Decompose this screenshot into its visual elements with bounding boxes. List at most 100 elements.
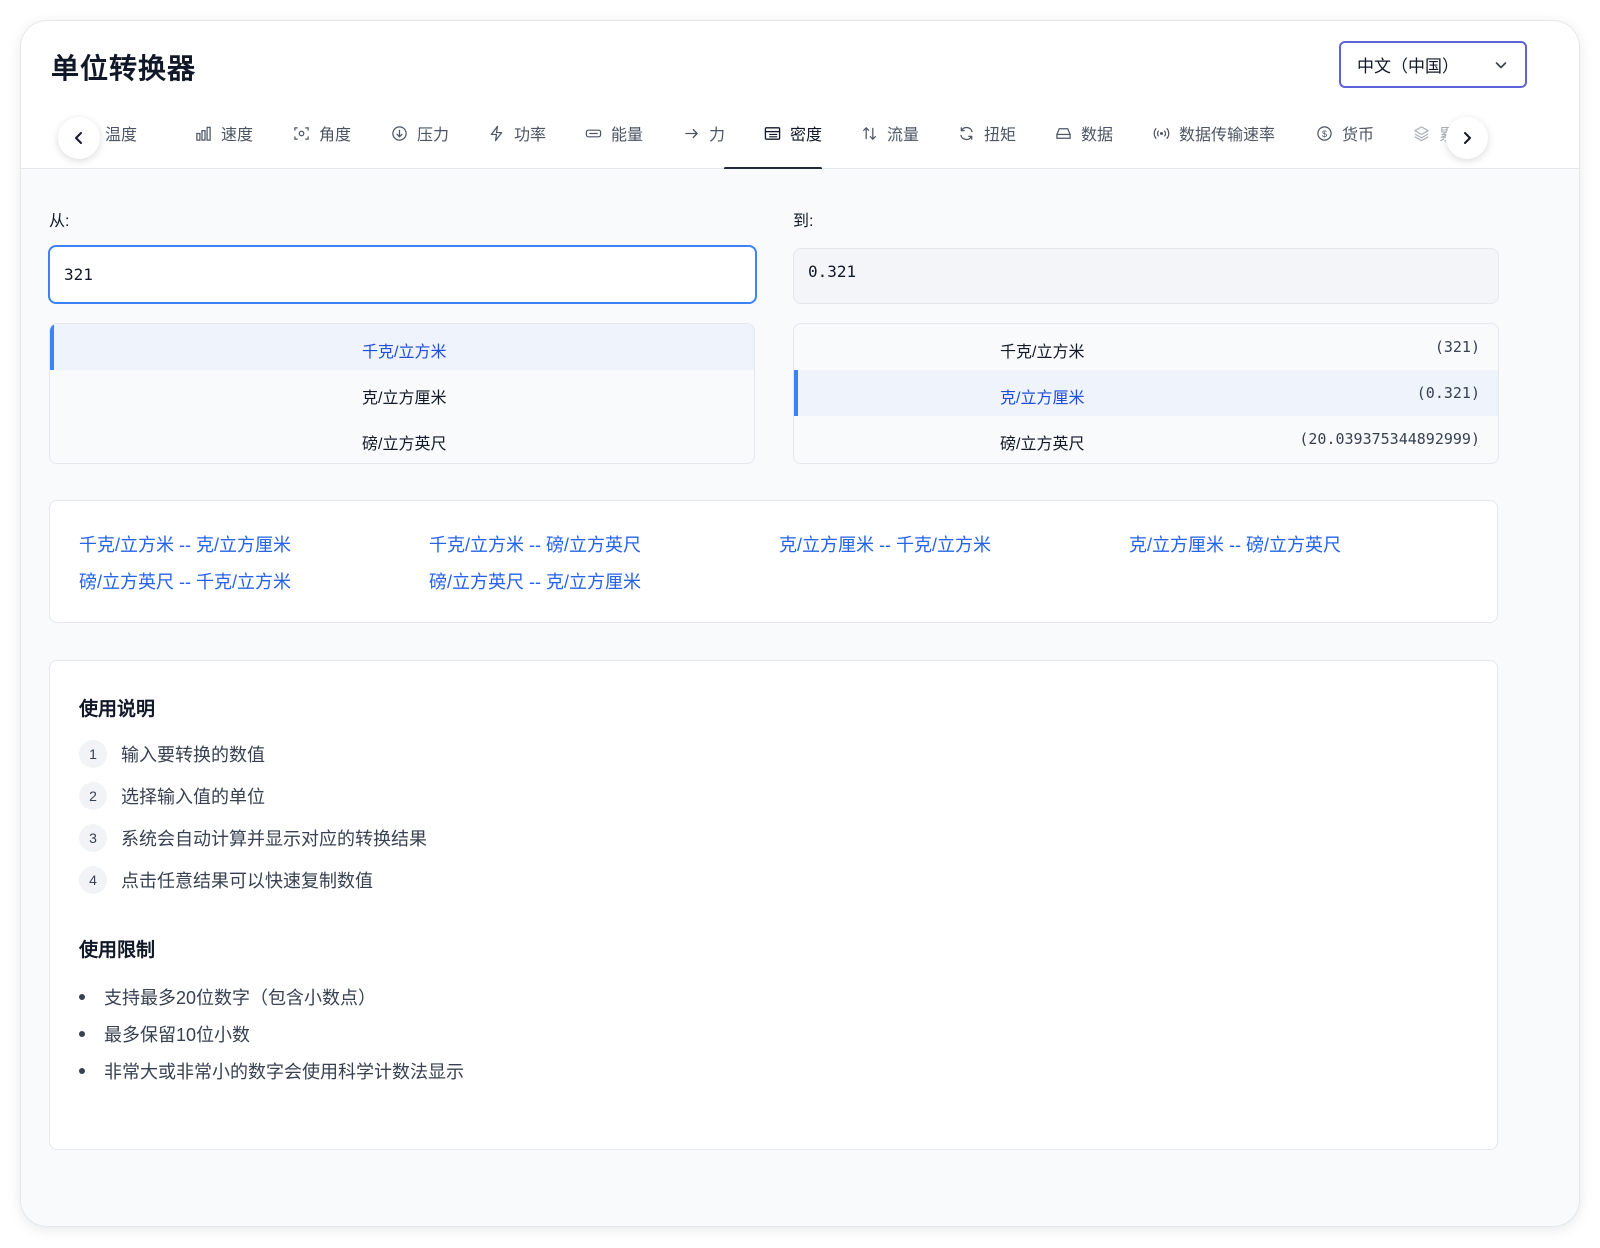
dollar-circle-icon: $: [1317, 125, 1332, 141]
unit-name: 克/立方厘米: [1000, 390, 1085, 407]
chevron-right-icon: [1464, 132, 1471, 144]
instruction-step: 2 选择输入值的单位: [79, 782, 265, 810]
unit-name: 磅/立方英尺: [1000, 436, 1085, 453]
bar-chart-icon: [196, 126, 211, 141]
conversion-link[interactable]: 磅/立方英尺 -- 克/立方厘米: [429, 568, 641, 594]
from-unit-option[interactable]: 磅/立方英尺: [50, 416, 754, 462]
step-number: 3: [79, 824, 107, 852]
tab-power[interactable]: 功率: [488, 115, 546, 151]
tab-temperature[interactable]: 温度: [105, 115, 137, 151]
step-number: 2: [79, 782, 107, 810]
tab-label: 速度: [221, 127, 254, 144]
step-number: 4: [79, 866, 107, 894]
bullet-dot: [79, 1068, 85, 1074]
battery-icon: [585, 129, 602, 137]
category-tabs: 温度 速度 角度 压力 功率 能量 力 密度 流量 扭矩 数据 数据传输速率 $…: [21, 103, 1579, 169]
bullet-dot: [79, 1031, 85, 1037]
tab-currency[interactable]: $ 货币: [1316, 115, 1374, 151]
unit-name: 千克/立方米: [362, 344, 447, 361]
to-unit-option[interactable]: 克/立方厘米 (0.321): [794, 370, 1498, 416]
to-unit-option[interactable]: 千克/立方米 (321): [794, 324, 1498, 370]
limits-heading: 使用限制: [79, 940, 156, 961]
to-unit-list: 千克/立方米 (321) 克/立方厘米 (0.321) 磅/立方英尺 (20.0…: [793, 323, 1499, 464]
svg-text:$: $: [1322, 128, 1327, 138]
drive-icon: [1056, 127, 1071, 139]
conversion-link[interactable]: 磅/立方英尺 -- 千克/立方米: [79, 568, 291, 594]
tab-label: 功率: [514, 127, 547, 144]
tab-label: 密度: [790, 127, 823, 144]
tabs-scroll-right-button[interactable]: [1446, 117, 1488, 159]
bullet-dot: [79, 994, 85, 1000]
step-number: 1: [79, 740, 107, 768]
step-text: 选择输入值的单位: [121, 787, 265, 807]
tab-label: 数据: [1081, 127, 1114, 144]
tab-label: 流量: [887, 127, 920, 144]
tab-label: 扭矩: [984, 127, 1017, 144]
swap-vertical-icon: [862, 126, 877, 140]
unit-result-value: (20.039375344892999): [1299, 430, 1480, 448]
limit-item: 非常大或非常小的数字会使用科学计数法显示: [79, 1058, 464, 1084]
tab-label: 角度: [319, 127, 352, 144]
tab-strip: 温度 速度 角度 压力 功率 能量 力 密度 流量 扭矩 数据 数据传输速率 $…: [91, 103, 1519, 169]
unit-result-value: (0.321): [1416, 384, 1480, 402]
to-label: 到:: [793, 213, 814, 230]
arrow-down-circle-icon: [392, 125, 407, 141]
tab-angle[interactable]: 角度: [293, 115, 351, 151]
tab-label: 数据传输速率: [1179, 127, 1276, 144]
tab-label: 力: [709, 127, 726, 144]
focus-icon: [294, 126, 309, 140]
to-value-output: 0.321: [793, 248, 1499, 304]
from-unit-option[interactable]: 克/立方厘米: [50, 370, 754, 416]
layers-icon: [1414, 125, 1429, 141]
unit-name: 克/立方厘米: [362, 390, 447, 407]
broadcast-icon: [1153, 127, 1170, 139]
unit-name: 千克/立方米: [1000, 344, 1085, 361]
header: 单位转换器 中文（中国） 温度 速度 角度 压力 功率 能量 力 密度 流量 扭…: [21, 21, 1579, 169]
tab-torque[interactable]: 扭矩: [958, 115, 1016, 151]
tab-label: 压力: [417, 127, 450, 144]
from-label: 从:: [49, 213, 70, 230]
tab-label: 货币: [1342, 127, 1375, 144]
tab-label: 温度: [105, 127, 138, 144]
bolt-icon: [490, 125, 503, 141]
step-text: 点击任意结果可以快速复制数值: [121, 871, 373, 891]
unit-result-value: (321): [1434, 338, 1480, 356]
tab-density[interactable]: 密度: [764, 115, 822, 151]
tab-pressure[interactable]: 压力: [391, 115, 449, 151]
language-select-value: 中文（中国）: [1357, 57, 1459, 76]
quick-conversion-links: 千克/立方米 -- 克/立方厘米 千克/立方米 -- 磅/立方英尺 克/立方厘米…: [49, 500, 1498, 623]
from-value-input[interactable]: [48, 245, 757, 304]
table-icon: [764, 126, 781, 140]
arrow-right-icon: [685, 128, 699, 138]
instruction-step: 4 点击任意结果可以快速复制数值: [79, 866, 373, 894]
tab-flow[interactable]: 流量: [861, 115, 919, 151]
tab-data-rate[interactable]: 数据传输速率: [1153, 115, 1275, 151]
conversion-link[interactable]: 千克/立方米 -- 磅/立方英尺: [429, 531, 641, 557]
language-select[interactable]: 中文（中国）: [1339, 41, 1527, 88]
limit-text: 最多保留10位小数: [104, 1025, 251, 1045]
conversion-link[interactable]: 千克/立方米 -- 克/立方厘米: [79, 531, 291, 557]
active-tab-indicator: [724, 167, 822, 169]
unit-name: 磅/立方英尺: [362, 436, 447, 453]
tab-force[interactable]: 力: [683, 115, 725, 151]
tab-label: 能量: [611, 127, 644, 144]
step-text: 系统会自动计算并显示对应的转换结果: [121, 829, 427, 849]
from-unit-list: 千克/立方米 克/立方厘米 磅/立方英尺: [49, 323, 755, 464]
limit-text: 支持最多20位数字（包含小数点）: [104, 988, 377, 1008]
limit-item: 支持最多20位数字（包含小数点）: [79, 984, 376, 1010]
help-card: 使用说明 1 输入要转换的数值 2 选择输入值的单位 3 系统会自动计算并显示对…: [49, 660, 1498, 1150]
tabs-scroll-left-button[interactable]: [58, 117, 100, 159]
chevron-down-icon: [1495, 62, 1507, 69]
from-unit-option[interactable]: 千克/立方米: [50, 324, 754, 370]
step-text: 输入要转换的数值: [121, 745, 265, 765]
tab-energy[interactable]: 能量: [585, 115, 643, 151]
tab-data[interactable]: 数据: [1055, 115, 1113, 151]
tab-speed[interactable]: 速度: [195, 115, 253, 151]
conversion-link[interactable]: 克/立方厘米 -- 千克/立方米: [779, 531, 991, 557]
page-title: 单位转换器: [51, 53, 197, 84]
refresh-icon: [960, 126, 973, 140]
conversion-link[interactable]: 克/立方厘米 -- 磅/立方英尺: [1129, 531, 1341, 557]
to-unit-option[interactable]: 磅/立方英尺 (20.039375344892999): [794, 416, 1498, 462]
instruction-step: 3 系统会自动计算并显示对应的转换结果: [79, 824, 427, 852]
limit-text: 非常大或非常小的数字会使用科学计数法显示: [104, 1062, 464, 1082]
